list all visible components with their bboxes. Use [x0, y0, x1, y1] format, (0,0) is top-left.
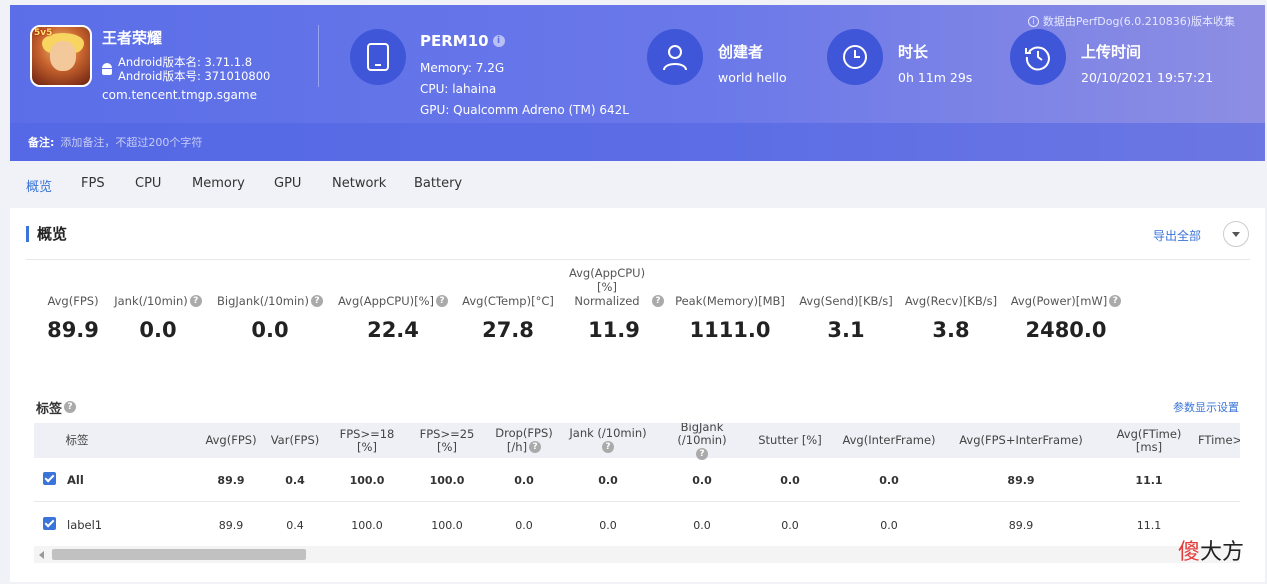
help-icon[interactable]: ? — [310, 295, 323, 307]
export-all-link[interactable]: 导出全部 — [1153, 227, 1201, 244]
device-model: PERM10 i — [420, 32, 505, 50]
col-fps-25[interactable]: FPS>=25 [%] — [410, 423, 484, 458]
col-bigjank[interactable]: BigJank (/10min) ? — [656, 423, 748, 460]
col-fps-18[interactable]: FPS>=18 [%] — [330, 423, 404, 458]
tablet-icon — [350, 29, 406, 85]
remark-bar[interactable]: 备注: 添加备注，不超过200个字符 — [10, 123, 1265, 161]
col-avg-ftime[interactable]: Avg(FTime) [ms] — [1114, 423, 1184, 458]
help-icon[interactable]: ? — [529, 441, 542, 453]
history-icon — [1010, 29, 1066, 85]
tags-title: 标签 ? — [36, 398, 77, 417]
metric-avg-ctemp: Avg(CTemp)[°C] 27.8 — [462, 294, 554, 342]
table-header: 标签 Avg(FPS) Var(FPS) FPS>=18 [%] FPS>=25… — [34, 423, 1240, 460]
help-icon[interactable]: ? — [64, 401, 77, 413]
metric-avg-appcpu: Avg(AppCPU)[%]? 22.4 — [336, 280, 450, 342]
section-divider — [26, 259, 1250, 260]
app-version-code: Android版本号: 371010800 — [118, 69, 271, 83]
tab-gpu[interactable]: GPU — [274, 176, 332, 195]
app-icon: 5v5 — [30, 25, 92, 87]
section-title: 概览 — [26, 226, 67, 242]
metric-avg-appcpu-normalized: Avg(AppCPU)[%] Normalized? 11.9 — [564, 266, 664, 342]
caret-down-icon — [1232, 231, 1240, 237]
col-stutter[interactable]: Stutter [%] — [758, 423, 822, 458]
tab-fps[interactable]: FPS — [81, 176, 135, 195]
tab-network[interactable]: Network — [332, 176, 414, 195]
row-checkbox[interactable] — [43, 472, 56, 485]
tags-table: 标签 Avg(FPS) Var(FPS) FPS>=18 [%] FPS>=25… — [34, 423, 1240, 548]
watermark: 傻大方 — [1178, 540, 1245, 565]
row-checkbox[interactable] — [43, 517, 56, 530]
tab-battery[interactable]: Battery — [414, 176, 462, 195]
metric-avg-fps: Avg(FPS) 89.9 — [47, 294, 99, 342]
col-avg-interframe[interactable]: Avg(InterFrame) — [834, 423, 944, 458]
scroll-thumb[interactable] — [52, 549, 306, 560]
metric-jank: Jank(/10min)? 0.0 — [110, 280, 206, 342]
creator-label: 创建者 — [718, 43, 764, 61]
app-version-name: Android版本名: 3.71.1.8 — [118, 55, 253, 69]
duration-value: 0h 11m 29s — [898, 70, 973, 85]
clock-icon — [827, 29, 883, 85]
col-drop-fps[interactable]: Drop(FPS) [/h]? — [494, 423, 554, 458]
app-icon-badge: 5v5 — [34, 28, 53, 38]
tab-memory[interactable]: Memory — [192, 176, 274, 195]
remark-label: 备注: — [28, 136, 55, 149]
device-gpu: GPU: Qualcomm Adreno (TM) 642L — [420, 103, 629, 117]
param-display-settings-link[interactable]: 参数显示设置 — [1173, 399, 1239, 415]
metric-avg-recv: Avg(Recv)[KB/s] 3.8 — [904, 294, 998, 342]
help-icon[interactable]: ? — [1109, 295, 1122, 307]
metric-avg-power: Avg(Power)[mW]? 2480.0 — [1008, 280, 1124, 342]
creator-value: world hello — [718, 70, 787, 85]
col-ftime[interactable]: FTime> — [1198, 423, 1240, 458]
upload-label: 上传时间 — [1081, 43, 1142, 61]
app-name: 王者荣耀 — [102, 29, 163, 47]
user-icon — [647, 29, 703, 85]
col-avg-fps[interactable]: Avg(FPS) — [202, 423, 260, 458]
app-package: com.tencent.tmgp.sgame — [102, 88, 257, 102]
duration-label: 时长 — [898, 43, 929, 61]
overview-card: 概览 导出全部 Avg(FPS) 89.9 Jank(/10min)? 0.0 … — [10, 208, 1265, 582]
metric-avg-send: Avg(Send)[KB/s] 3.1 — [799, 294, 893, 342]
upload-value: 20/10/2021 19:57:21 — [1081, 70, 1214, 85]
tab-bar: 概览 FPS CPU Memory GPU Network Battery — [26, 176, 462, 195]
info-icon: i — [1027, 15, 1039, 27]
help-icon[interactable]: ? — [189, 295, 202, 307]
tab-cpu[interactable]: CPU — [135, 176, 192, 195]
table-row[interactable]: label1 89.9 0.4 100.0 100.0 0.0 0.0 0.0 … — [34, 503, 1240, 547]
scroll-left-arrow-icon[interactable] — [39, 551, 44, 559]
export-dropdown-button[interactable] — [1223, 221, 1249, 247]
col-jank[interactable]: Jank (/10min) ? — [568, 423, 648, 458]
tab-overview[interactable]: 概览 — [26, 176, 81, 195]
horizontal-scrollbar[interactable] — [34, 546, 1240, 563]
col-avg-fps-interframe[interactable]: Avg(FPS+InterFrame) — [954, 423, 1088, 458]
help-icon[interactable]: ? — [436, 295, 449, 307]
metric-bigjank: BigJank(/10min)? 0.0 — [214, 280, 326, 342]
app-version-info: Android版本名: 3.71.1.8 Android版本号: 3710108… — [102, 55, 270, 83]
col-var-fps[interactable]: Var(FPS) — [268, 423, 322, 458]
device-memory: Memory: 7.2G — [420, 61, 505, 75]
data-source-notice: i 数据由PerfDog(6.0.210836)版本收集 — [1027, 13, 1235, 29]
header-divider — [318, 25, 319, 87]
table-row[interactable]: All 89.9 0.4 100.0 100.0 0.0 0.0 0.0 0.0… — [34, 458, 1240, 502]
android-icon — [102, 63, 112, 75]
col-tag[interactable]: 标签 — [62, 423, 92, 458]
device-cpu: CPU: lahaina — [420, 82, 497, 96]
notice-text: 数据由PerfDog(6.0.210836)版本收集 — [1042, 15, 1235, 28]
metric-peak-memory: Peak(Memory)[MB] 1111.0 — [675, 294, 785, 342]
help-icon[interactable]: ? — [602, 441, 614, 453]
help-icon[interactable]: ? — [652, 295, 664, 307]
device-info-icon[interactable]: i — [492, 35, 505, 47]
report-header: i 数据由PerfDog(6.0.210836)版本收集 5v5 王者荣耀 An… — [10, 5, 1265, 161]
remark-input[interactable]: 添加备注，不超过200个字符 — [60, 134, 202, 150]
